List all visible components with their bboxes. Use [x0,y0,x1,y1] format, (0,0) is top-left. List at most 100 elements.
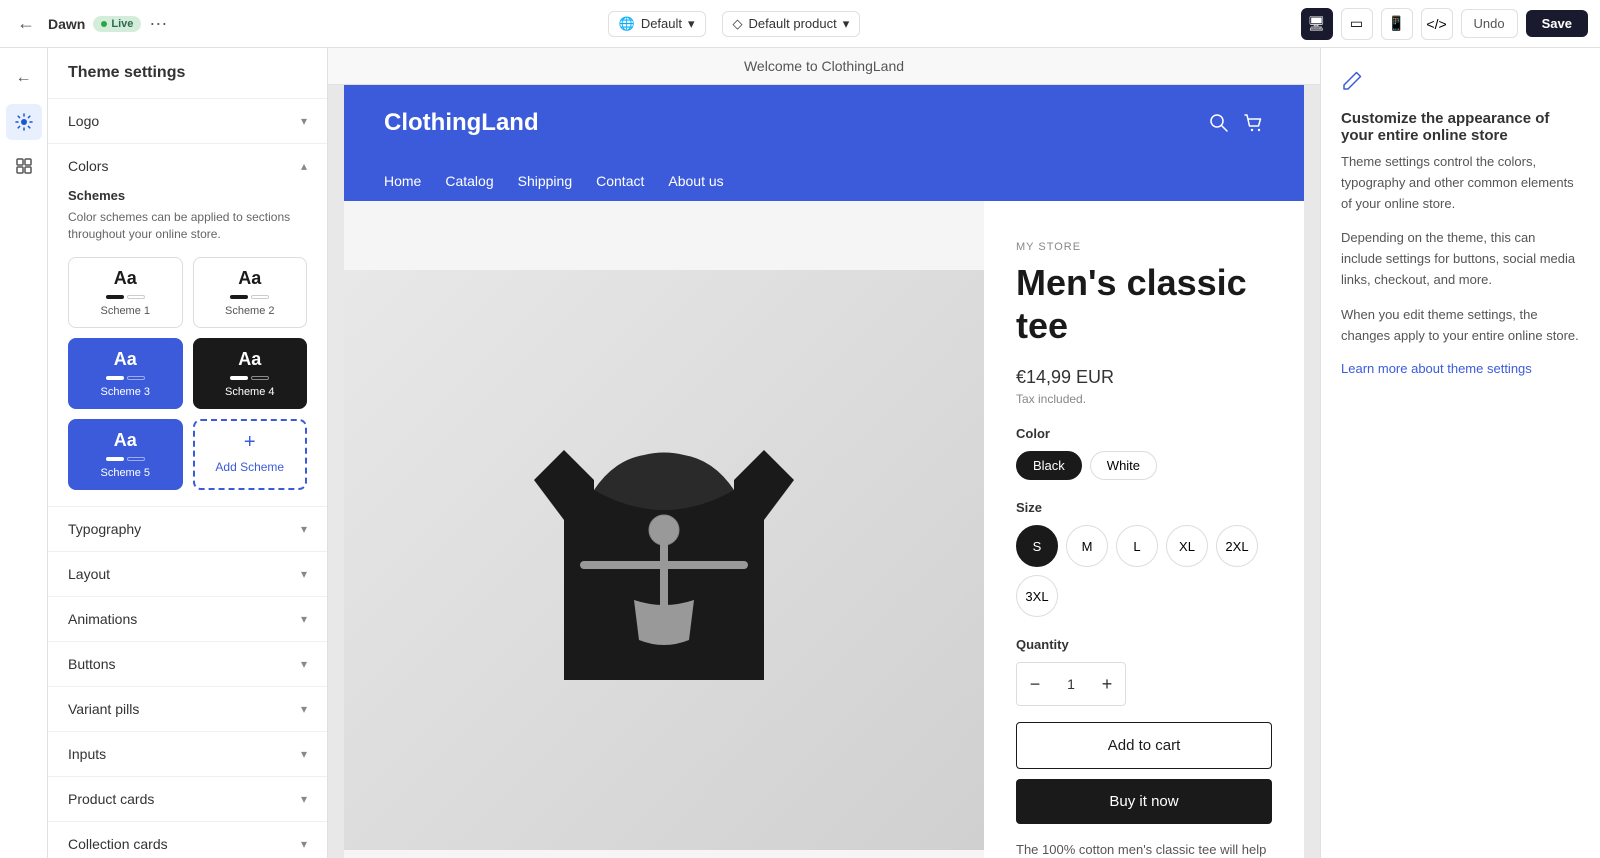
store-nav-top: ClothingLand [384,85,1264,161]
more-button[interactable]: ··· [149,13,167,34]
colors-chevron-icon: ▴ [301,159,307,173]
scheme-3-bars [106,376,145,380]
size-3xl-button[interactable]: 3XL [1016,575,1058,617]
tax-note: Tax included. [1016,392,1272,406]
section-variant-pills-label: Variant pills [68,701,139,717]
section-logo-header[interactable]: Logo ▾ [48,99,327,143]
product-cards-chevron-icon: ▾ [301,792,307,806]
settings-panel: Theme settings Logo ▾ Colors ▴ Schemes C… [48,48,328,858]
qty-decrease-button[interactable]: − [1017,663,1053,705]
inputs-chevron-icon: ▾ [301,747,307,761]
settings-scroll[interactable]: Logo ▾ Colors ▴ Schemes Color schemes ca… [48,99,327,858]
back-button[interactable]: ← [12,10,40,38]
sidebar-theme-button[interactable] [6,104,42,140]
size-l-button[interactable]: L [1116,525,1158,567]
section-buttons-label: Buttons [68,656,115,672]
nav-shipping[interactable]: Shipping [518,173,573,189]
nav-contact[interactable]: Contact [596,173,644,189]
scheme-4-aa: Aa [238,349,261,370]
product-details: MY STORE Men's classic tee €14,99 EUR Ta… [984,201,1304,858]
scheme-1-card[interactable]: Aa Scheme 1 [68,257,183,328]
qty-increase-button[interactable]: + [1089,663,1125,705]
section-variant-pills-header[interactable]: Variant pills ▾ [48,687,327,731]
section-inputs-label: Inputs [68,746,106,762]
nav-about[interactable]: About us [668,173,723,189]
tshirt-image [534,400,794,720]
color-white-button[interactable]: White [1090,451,1157,480]
scheme-4-card[interactable]: Aa Scheme 4 [193,338,308,409]
size-s-button[interactable]: S [1016,525,1058,567]
section-typography: Typography ▾ [48,507,327,552]
scheme-5-aa: Aa [114,430,137,451]
scheme-1-bars [106,295,145,299]
topbar: ← Dawn Live ··· 🌐 Default ▾ ◇ Default pr… [0,0,1600,48]
cart-icon[interactable] [1242,112,1264,134]
code-view-button[interactable]: </> [1421,8,1453,40]
size-xl-button[interactable]: XL [1166,525,1208,567]
info-para-1: Theme settings control the colors, typog… [1341,152,1580,214]
color-option-label: Color [1016,426,1272,441]
desktop-view-button[interactable]: 🖥 [1301,8,1333,40]
info-title: Customize the appearance of your entire … [1341,110,1580,144]
section-inputs-header[interactable]: Inputs ▾ [48,732,327,776]
layout-chevron-icon: ▾ [301,567,307,581]
undo-button[interactable]: Undo [1461,9,1518,38]
scheme-5-bar2 [127,457,145,461]
env-default-selector[interactable]: 🌐 Default ▾ [608,11,706,37]
size-m-button[interactable]: M [1066,525,1108,567]
live-dot [101,21,107,27]
section-typography-label: Typography [68,521,141,537]
logo-chevron-icon: ▾ [301,114,307,128]
sidebar-back-button[interactable]: ← [6,60,42,96]
section-animations-label: Animations [68,611,137,627]
nav-home[interactable]: Home [384,173,421,189]
pencil-icon [1341,68,1580,98]
info-panel: Customize the appearance of your entire … [1320,48,1600,858]
env-product-selector[interactable]: ◇ Default product ▾ [722,11,861,37]
product-section: MY STORE Men's classic tee €14,99 EUR Ta… [344,201,1304,858]
variant-pills-chevron-icon: ▾ [301,702,307,716]
section-buttons: Buttons ▾ [48,642,327,687]
section-collection-cards-header[interactable]: Collection cards ▾ [48,822,327,858]
learn-more-link[interactable]: Learn more about theme settings [1341,361,1532,376]
scheme-3-aa: Aa [114,349,137,370]
add-to-cart-button[interactable]: Add to cart [1016,722,1272,769]
color-black-button[interactable]: Black [1016,451,1082,480]
colors-content: Schemes Color schemes can be applied to … [48,188,327,506]
section-product-cards-header[interactable]: Product cards ▾ [48,777,327,821]
product-description: The 100% cotton men's classic tee will h… [1016,840,1272,858]
section-buttons-header[interactable]: Buttons ▾ [48,642,327,686]
size-2xl-button[interactable]: 2XL [1216,525,1258,567]
scheme-5-name: Scheme 5 [100,467,150,479]
sidebar-sections-button[interactable] [6,148,42,184]
preview-area: Welcome to ClothingLand ClothingLand [328,48,1320,858]
search-icon[interactable] [1208,112,1230,134]
scheme-3-name: Scheme 3 [100,386,150,398]
collection-cards-chevron-icon: ▾ [301,837,307,851]
scheme-3-bar1 [106,376,124,380]
save-button[interactable]: Save [1526,10,1588,37]
schemes-grid: Aa Scheme 1 Aa [68,257,307,490]
nav-catalog[interactable]: Catalog [445,173,493,189]
section-collection-cards-label: Collection cards [68,836,168,852]
animations-chevron-icon: ▾ [301,612,307,626]
product-image [344,201,984,858]
globe-icon: 🌐 [619,16,635,32]
store-nav-icons [1208,112,1264,134]
section-layout-header[interactable]: Layout ▾ [48,552,327,596]
section-typography-header[interactable]: Typography ▾ [48,507,327,551]
scheme-2-aa: Aa [238,268,261,289]
size-option-label: Size [1016,500,1272,515]
mobile-view-button[interactable]: 📱 [1381,8,1413,40]
main-layout: ← Theme settings Logo ▾ [0,48,1600,858]
tablet-view-button[interactable]: ▭ [1341,8,1373,40]
add-scheme-card[interactable]: + Add Scheme [193,419,308,490]
add-scheme-plus-icon: + [244,431,256,454]
section-animations-header[interactable]: Animations ▾ [48,597,327,641]
preview-scroll[interactable]: ClothingLand Home Catalog [328,85,1320,858]
scheme-2-card[interactable]: Aa Scheme 2 [193,257,308,328]
scheme-5-card[interactable]: Aa Scheme 5 [68,419,183,490]
buy-now-button[interactable]: Buy it now [1016,779,1272,824]
section-colors-header[interactable]: Colors ▴ [48,144,327,188]
scheme-3-card[interactable]: Aa Scheme 3 [68,338,183,409]
